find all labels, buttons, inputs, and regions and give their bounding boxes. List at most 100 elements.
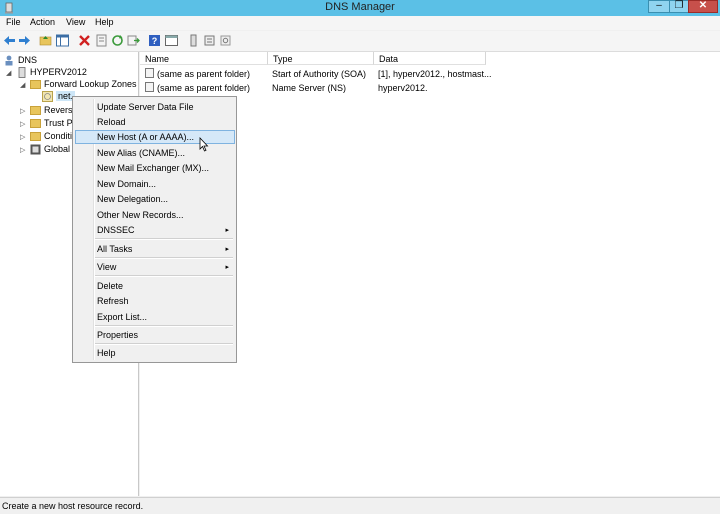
svg-text:?: ?: [152, 36, 158, 46]
menu-item-other-new-records[interactable]: Other New Records...: [75, 208, 235, 222]
back-arrow-icon[interactable]: [3, 34, 16, 47]
server-icon: [18, 67, 26, 78]
delete-icon[interactable]: [78, 34, 91, 47]
menu-separator: [95, 238, 233, 240]
tree-node-reverse-lookup-zones[interactable]: ▷ Reverse: [20, 105, 80, 117]
minimize-button[interactable]: –: [648, 0, 670, 13]
menu-item-new-host[interactable]: New Host (A or AAAA)...: [75, 130, 235, 144]
server-icon[interactable]: [187, 34, 200, 47]
menu-item-label: New Host (A or AAAA)...: [97, 132, 195, 142]
menu-item-label: Properties: [97, 330, 139, 340]
window-title: DNS Manager: [325, 1, 395, 13]
tree-node-forward-lookup-zones[interactable]: ◢ Forward Lookup Zones: [20, 79, 138, 91]
menu-item-label: Update Server Data File: [97, 102, 194, 112]
menu-item-delete[interactable]: Delete: [75, 279, 235, 293]
menu-item-label: Other New Records...: [97, 210, 184, 220]
column-header-type-label: Type: [273, 54, 293, 64]
menu-item-view[interactable]: View ▸: [75, 260, 235, 274]
menu-item-new-domain[interactable]: New Domain...: [75, 177, 235, 191]
help-icon[interactable]: ?: [148, 34, 161, 47]
column-header-type[interactable]: Type: [268, 52, 374, 65]
restore-icon: ❐: [674, 0, 684, 11]
table-row[interactable]: (same as parent folder) Start of Authori…: [140, 67, 720, 80]
menu-item-export-list[interactable]: Export List...: [75, 310, 235, 324]
expand-arrow-icon[interactable]: ▷: [20, 120, 25, 128]
menu-item-update-server-data-file[interactable]: Update Server Data File: [75, 100, 235, 114]
export-list-icon[interactable]: [127, 34, 140, 47]
submenu-arrow-icon: ▸: [225, 264, 229, 271]
menu-item-label: Refresh: [97, 296, 129, 306]
expand-arrow-icon[interactable]: ▷: [20, 133, 25, 141]
tree-label-server: HYPERV2012: [30, 67, 87, 77]
toolbar: ?: [0, 31, 720, 52]
menu-item-new-alias[interactable]: New Alias (CNAME)...: [75, 146, 235, 160]
menu-separator: [95, 275, 233, 277]
zone-records-icon[interactable]: [203, 34, 216, 47]
collapse-arrow-icon[interactable]: ◢: [20, 81, 25, 89]
context-menu: Update Server Data File Reload New Host …: [72, 96, 237, 363]
menu-item-new-mail-exchanger[interactable]: New Mail Exchanger (MX)...: [75, 161, 235, 175]
row-data: [1], hyperv2012., hostmast...: [378, 69, 492, 79]
tree-node-server[interactable]: ◢ HYPERV2012: [6, 67, 126, 79]
menu-item-label: Export List...: [97, 312, 148, 322]
column-header-data-label: Data: [379, 54, 399, 64]
tree-node-dns[interactable]: DNS: [4, 55, 124, 67]
expand-arrow-icon[interactable]: ▷: [20, 107, 25, 115]
menu-item-properties[interactable]: Properties: [75, 328, 235, 342]
menu-item-refresh[interactable]: Refresh: [75, 294, 235, 308]
table-row[interactable]: (same as parent folder) Name Server (NS)…: [140, 81, 720, 94]
properties-sheet-icon[interactable]: [95, 34, 108, 47]
show-hide-console-tree-icon[interactable]: [56, 34, 69, 47]
refresh-icon[interactable]: [111, 34, 124, 47]
filter-records-icon[interactable]: [219, 34, 232, 47]
menu-item-new-delegation[interactable]: New Delegation...: [75, 192, 235, 206]
menu-item-label: All Tasks: [97, 244, 133, 254]
menu-item-reload[interactable]: Reload: [75, 115, 235, 129]
menu-separator: [95, 325, 233, 327]
forward-arrow-icon[interactable]: [18, 34, 31, 47]
row-type: Start of Authority (SOA): [272, 69, 367, 79]
submenu-arrow-icon: ▸: [225, 246, 229, 253]
status-bar: Create a new host resource record.: [0, 497, 720, 514]
menu-item-all-tasks[interactable]: All Tasks ▸: [75, 242, 235, 256]
log-book-icon: [30, 144, 41, 155]
tree-node-trust-points[interactable]: ▷ Trust P: [20, 118, 80, 130]
minimize-icon: –: [656, 0, 662, 11]
row-name: (same as parent folder): [157, 69, 251, 79]
record-icon: [145, 68, 154, 78]
tree-label-dns: DNS: [18, 55, 38, 65]
menu-item-label: New Domain...: [97, 179, 157, 189]
tree-node-global-logs[interactable]: ▷ Global I: [20, 144, 80, 156]
close-button[interactable]: ✕: [688, 0, 718, 13]
tree-label-conditional: Conditi: [44, 131, 73, 141]
maximize-button[interactable]: ❐: [669, 0, 689, 13]
record-icon: [145, 82, 154, 92]
column-header-data[interactable]: Data: [374, 52, 486, 65]
menu-separator: [95, 257, 233, 259]
folder-icon: [30, 80, 41, 89]
collapse-arrow-icon[interactable]: ◢: [6, 69, 11, 77]
tree-label-global: Global I: [44, 144, 76, 154]
menu-separator: [95, 343, 233, 345]
up-folder-icon[interactable]: [39, 34, 52, 47]
menu-action[interactable]: Action: [30, 17, 55, 27]
expand-arrow-icon[interactable]: ▷: [20, 146, 25, 154]
menu-item-label: Reload: [97, 117, 126, 127]
folder-icon: [30, 132, 41, 141]
tree-node-conditional-forwarders[interactable]: ▷ Conditi: [20, 131, 80, 143]
mouse-cursor-icon: [199, 137, 209, 152]
column-header-name[interactable]: Name: [140, 52, 268, 65]
menu-item-label: View: [97, 262, 117, 272]
menu-item-label: Delete: [97, 281, 124, 291]
tree-label-trust: Trust P: [44, 118, 73, 128]
menu-help[interactable]: Help: [95, 17, 114, 27]
console-window-icon[interactable]: [165, 34, 178, 47]
menu-view[interactable]: View: [66, 17, 85, 27]
menu-file[interactable]: File: [6, 17, 21, 27]
row-data: hyperv2012.: [378, 83, 428, 93]
menu-item-help[interactable]: Help: [75, 346, 235, 360]
column-header-name-label: Name: [145, 54, 170, 64]
menu-item-label: New Mail Exchanger (MX)...: [97, 163, 210, 173]
status-text: Create a new host resource record.: [2, 501, 144, 511]
menu-item-dnssec[interactable]: DNSSEC ▸: [75, 223, 235, 237]
